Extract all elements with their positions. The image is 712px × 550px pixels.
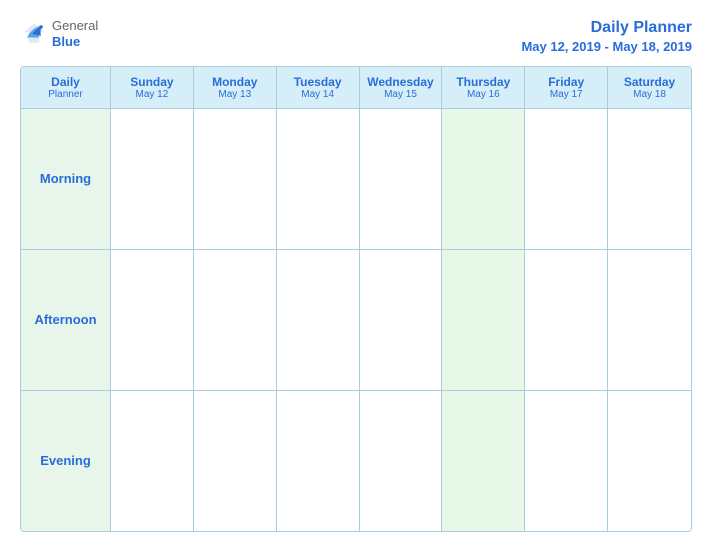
calendar: Daily Planner Sunday May 12 Monday May 1…: [20, 66, 692, 532]
header-label-cell: Daily Planner: [21, 67, 111, 109]
morning-sunday[interactable]: [111, 109, 194, 249]
afternoon-row: Afternoon: [21, 250, 691, 391]
thursday-name: Thursday: [446, 75, 520, 89]
friday-date: May 17: [529, 89, 603, 100]
morning-label-cell: Morning: [21, 109, 111, 249]
tuesday-date: May 14: [281, 89, 355, 100]
title-block: Daily Planner May 12, 2019 - May 18, 201…: [521, 18, 692, 54]
date-range: May 12, 2019 - May 18, 2019: [521, 39, 692, 54]
evening-monday[interactable]: [194, 391, 277, 531]
morning-wednesday[interactable]: [360, 109, 443, 249]
afternoon-tuesday[interactable]: [277, 250, 360, 390]
afternoon-saturday[interactable]: [608, 250, 691, 390]
saturday-name: Saturday: [612, 75, 687, 89]
header-monday: Monday May 13: [194, 67, 277, 109]
sunday-date: May 12: [115, 89, 189, 100]
morning-saturday[interactable]: [608, 109, 691, 249]
header: General Blue Daily Planner May 12, 2019 …: [20, 18, 692, 54]
logo-icon: [20, 20, 48, 48]
afternoon-friday[interactable]: [525, 250, 608, 390]
morning-label: Morning: [40, 171, 91, 186]
page-title: Daily Planner: [521, 18, 692, 39]
evening-sunday[interactable]: [111, 391, 194, 531]
evening-row: Evening: [21, 391, 691, 531]
morning-row: Morning: [21, 109, 691, 250]
friday-name: Friday: [529, 75, 603, 89]
morning-monday[interactable]: [194, 109, 277, 249]
evening-thursday[interactable]: [442, 391, 525, 531]
calendar-header-row: Daily Planner Sunday May 12 Monday May 1…: [21, 67, 691, 109]
morning-tuesday[interactable]: [277, 109, 360, 249]
header-saturday: Saturday May 18: [608, 67, 691, 109]
evening-wednesday[interactable]: [360, 391, 443, 531]
header-wednesday: Wednesday May 15: [360, 67, 443, 109]
evening-tuesday[interactable]: [277, 391, 360, 531]
morning-thursday[interactable]: [442, 109, 525, 249]
afternoon-thursday[interactable]: [442, 250, 525, 390]
sunday-name: Sunday: [115, 75, 189, 89]
afternoon-monday[interactable]: [194, 250, 277, 390]
header-label-line2: Planner: [25, 89, 106, 100]
afternoon-label: Afternoon: [34, 312, 96, 327]
afternoon-wednesday[interactable]: [360, 250, 443, 390]
tuesday-name: Tuesday: [281, 75, 355, 89]
logo-text: General Blue: [52, 18, 98, 49]
monday-name: Monday: [198, 75, 272, 89]
header-label-line1: Daily: [25, 75, 106, 89]
header-friday: Friday May 17: [525, 67, 608, 109]
wednesday-date: May 15: [364, 89, 438, 100]
monday-date: May 13: [198, 89, 272, 100]
header-thursday: Thursday May 16: [442, 67, 525, 109]
evening-label-cell: Evening: [21, 391, 111, 531]
saturday-date: May 18: [612, 89, 687, 100]
wednesday-name: Wednesday: [364, 75, 438, 89]
evening-friday[interactable]: [525, 391, 608, 531]
evening-saturday[interactable]: [608, 391, 691, 531]
afternoon-sunday[interactable]: [111, 250, 194, 390]
thursday-date: May 16: [446, 89, 520, 100]
afternoon-label-cell: Afternoon: [21, 250, 111, 390]
header-tuesday: Tuesday May 14: [277, 67, 360, 109]
calendar-body: Morning Afternoon: [21, 109, 691, 531]
logo-general: General: [52, 18, 98, 33]
header-sunday: Sunday May 12: [111, 67, 194, 109]
evening-label: Evening: [40, 453, 91, 468]
logo-blue: Blue: [52, 34, 80, 49]
logo: General Blue: [20, 18, 98, 49]
page: General Blue Daily Planner May 12, 2019 …: [0, 0, 712, 550]
morning-friday[interactable]: [525, 109, 608, 249]
